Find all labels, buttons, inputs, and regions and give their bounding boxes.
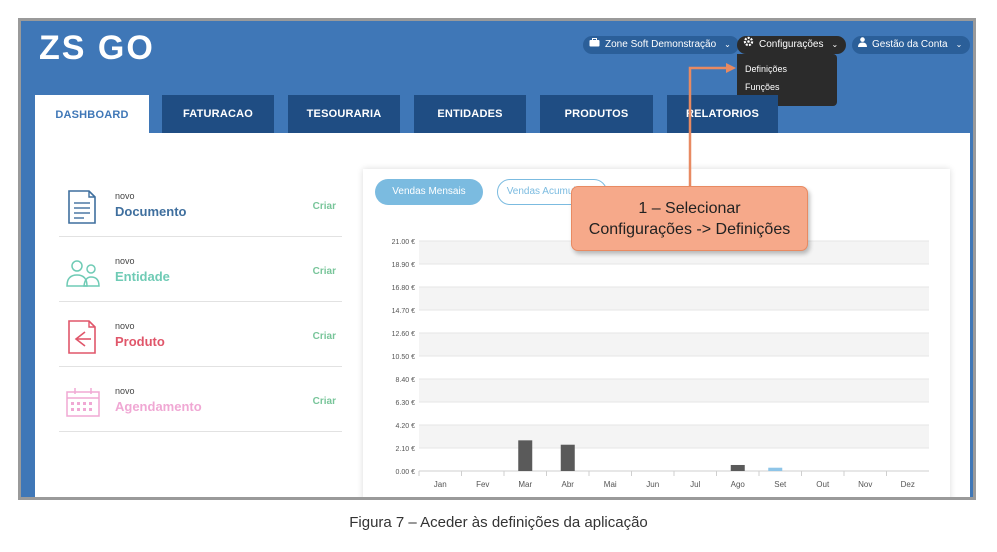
qa-title: Documento	[115, 204, 187, 219]
y-tick-label: 8.40 €	[396, 377, 416, 384]
y-tick-label: 0.00 €	[396, 469, 416, 476]
tab-faturacao[interactable]: FATURACAO	[162, 95, 274, 133]
y-tick-label: 12.60 €	[392, 331, 415, 338]
y-tick-label: 18.90 €	[392, 262, 415, 269]
briefcase-icon	[589, 36, 600, 54]
config-menu-button[interactable]: Configurações ⌄	[737, 36, 847, 54]
menu-item-definicoes[interactable]: Definições	[745, 62, 829, 80]
callout-line-1: 1 – Selecionar	[638, 200, 741, 217]
x-tick-label: Jan	[434, 480, 447, 489]
y-tick-label: 10.50 €	[392, 354, 415, 361]
app-root: ZS GO Zone Soft Demonstração ⌄ Configura…	[25, 21, 971, 497]
quick-action-documento: novo Documento Criar	[59, 173, 342, 237]
x-tick-label: Mai	[604, 480, 617, 489]
company-label: Zone Soft Demonstração	[605, 39, 717, 50]
x-tick-label: Ago	[731, 480, 746, 489]
create-entidade-link[interactable]: Criar	[313, 266, 336, 277]
chevron-down-icon: ⌄	[955, 40, 963, 49]
grid-band	[419, 379, 929, 402]
account-label: Gestão da Conta	[872, 39, 948, 50]
y-tick-label: 16.80 €	[392, 285, 415, 292]
qa-title: Produto	[115, 334, 165, 349]
grid-band	[419, 287, 929, 310]
calendar-icon	[66, 388, 100, 417]
x-tick-label: Jun	[646, 480, 659, 489]
chevron-down-icon: ⌄	[724, 40, 731, 49]
company-selector[interactable]: Zone Soft Demonstração ⌄	[583, 36, 739, 54]
x-tick-label: Jul	[690, 480, 700, 489]
grid-band	[419, 425, 929, 448]
zs-go-logo[interactable]: ZS GO	[39, 27, 169, 67]
instruction-callout: 1 – Selecionar Configurações -> Definiçõ…	[571, 186, 808, 251]
tab-produtos[interactable]: PRODUTOS	[540, 95, 653, 133]
chart-bar	[518, 440, 533, 471]
create-agendamento-link[interactable]: Criar	[313, 396, 336, 407]
qa-small-label: novo	[115, 321, 135, 331]
create-produto-link[interactable]: Criar	[313, 331, 336, 342]
x-tick-label: Dez	[901, 480, 915, 489]
x-tick-label: Abr	[562, 480, 575, 489]
x-tick-label: Out	[816, 480, 830, 489]
x-tick-label: Fev	[476, 480, 489, 489]
quick-action-agendamento: novo Agendamento Criar	[59, 368, 342, 432]
x-tick-label: Mar	[518, 480, 532, 489]
qa-small-label: novo	[115, 256, 135, 266]
qa-small-label: novo	[115, 191, 135, 201]
chevron-down-icon: ⌄	[831, 40, 839, 49]
y-tick-label: 21.00 €	[392, 239, 415, 246]
chart-bar	[560, 444, 575, 471]
tab-dashboard[interactable]: DASHBOARD	[35, 95, 149, 135]
y-tick-label: 2.10 €	[396, 446, 416, 453]
create-documento-link[interactable]: Criar	[313, 201, 336, 212]
tab-entidades[interactable]: ENTIDADES	[414, 95, 526, 133]
qa-small-label: novo	[115, 386, 135, 396]
product-icon	[68, 320, 96, 354]
figure-caption: Figura 7 – Aceder às definições da aplic…	[349, 514, 648, 531]
gear-icon	[743, 36, 754, 54]
qa-title: Agendamento	[115, 399, 202, 414]
tab-tesouraria[interactable]: TESOURARIA	[288, 95, 400, 133]
tab-vendas-mensais[interactable]: Vendas Mensais	[375, 179, 483, 205]
chart-bar	[730, 464, 745, 471]
qa-title: Entidade	[115, 269, 170, 284]
grid-band	[419, 333, 929, 356]
quick-action-produto: novo Produto Criar	[59, 303, 342, 367]
y-tick-label: 6.30 €	[396, 400, 416, 407]
dashboard-panel: novo Documento Criar novo Entidade Criar	[35, 133, 970, 497]
x-tick-label: Set	[774, 480, 787, 489]
sales-bar-chart: 0.00 € 2.10 € 4.20 € 6.30 € 8.40 € 10.50 € 12.…	[392, 239, 929, 489]
config-label: Configurações	[759, 39, 824, 50]
logo-text: ZS GO	[39, 29, 155, 67]
quick-action-entidade: novo Entidade Criar	[59, 238, 342, 302]
app-window: ZS GO Zone Soft Demonstração ⌄ Configura…	[18, 18, 976, 500]
chart-bar	[768, 467, 783, 471]
users-icon	[66, 260, 100, 287]
callout-line-2: Configurações -> Definições	[588, 221, 791, 238]
y-tick-label: 14.70 €	[392, 308, 415, 315]
tab-relatorios[interactable]: RELATORIOS	[667, 95, 778, 133]
account-menu-button[interactable]: Gestão da Conta ⌄	[852, 36, 971, 54]
user-icon	[858, 36, 867, 54]
x-tick-label: Nov	[858, 480, 872, 489]
document-icon	[68, 190, 96, 224]
y-tick-label: 4.20 €	[396, 423, 416, 430]
